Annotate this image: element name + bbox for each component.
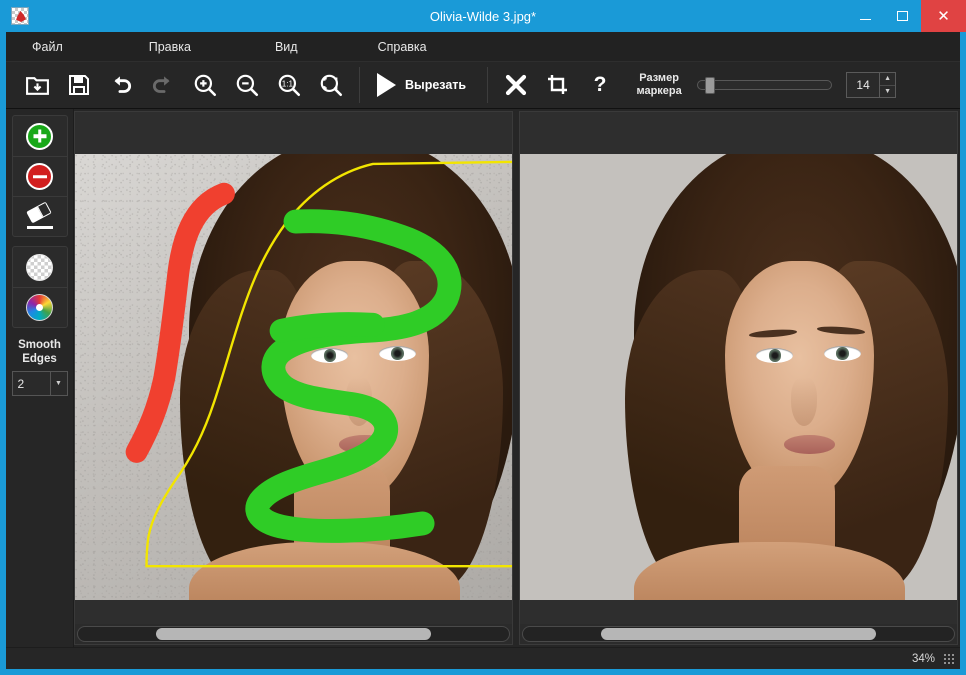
marker-size-stepper[interactable]: 14 ▲ ▼ <box>846 72 897 98</box>
zoom-out-button[interactable] <box>226 65 268 105</box>
crop-icon <box>548 75 568 94</box>
menu-item-view[interactable]: Вид <box>263 32 310 62</box>
marker-size-slider[interactable] <box>697 77 833 94</box>
source-photo <box>75 154 512 600</box>
zoom-actual-size-button[interactable]: 1:1 <box>268 65 310 105</box>
folder-open-icon <box>25 76 49 95</box>
save-disk-icon <box>69 75 89 95</box>
question-mark-icon: ? <box>594 73 607 96</box>
image-panes <box>74 109 960 647</box>
marker-size-slider-thumb[interactable] <box>705 77 716 94</box>
sidebar-item-color-background[interactable] <box>12 287 67 327</box>
zoom-in-icon <box>194 74 217 97</box>
sidebar-item-eraser[interactable] <box>12 196 67 236</box>
stepper-down-icon[interactable]: ▼ <box>880 86 895 98</box>
background-tool-group <box>11 246 68 328</box>
menu-item-help[interactable]: Справка <box>366 32 439 62</box>
svg-text:?: ? <box>594 73 607 96</box>
zoom-in-button[interactable] <box>184 65 226 105</box>
zoom-1-1-icon: 1:1 <box>278 74 301 97</box>
result-scroll-thumb[interactable] <box>600 628 877 640</box>
result-image-canvas[interactable] <box>520 112 957 624</box>
marker-size-value[interactable]: 14 <box>847 73 879 97</box>
green-plus-icon <box>26 122 53 150</box>
window-title: Olivia-Wilde 3.jpg* <box>429 8 537 24</box>
redo-button[interactable] <box>142 65 184 105</box>
maximize-icon <box>897 11 908 21</box>
app-window: Olivia-Wilde 3.jpg* ✕ Файл Правка Вид Сп… <box>0 0 966 675</box>
sidebar-item-remove-marker[interactable] <box>12 156 67 196</box>
open-file-button[interactable] <box>16 65 58 105</box>
help-button[interactable]: ? <box>579 65 621 105</box>
clear-marks-button[interactable] <box>495 65 537 105</box>
x-cross-icon <box>506 74 527 96</box>
checkerboard-circle-icon <box>26 253 53 281</box>
tool-sidebar: Smooth Edges 2 ▼ <box>6 109 74 647</box>
zoom-fit-icon <box>320 74 343 97</box>
main-area: Smooth Edges 2 ▼ <box>6 109 960 647</box>
eraser-icon <box>25 201 54 230</box>
transparency-checkerboard <box>520 154 957 600</box>
play-triangle-icon <box>377 73 396 97</box>
source-pane <box>74 111 513 645</box>
redo-arrow-icon <box>153 76 170 93</box>
status-bar: 34% <box>6 647 960 669</box>
minimize-button[interactable] <box>847 0 884 32</box>
color-wheel-icon <box>26 294 53 321</box>
marker-size-label: Размер маркера <box>636 72 682 97</box>
chevron-down-icon[interactable]: ▼ <box>49 372 67 395</box>
smooth-edges-value[interactable]: 2 <box>13 372 50 395</box>
result-pane <box>519 111 958 645</box>
source-scroll-thumb[interactable] <box>155 628 432 640</box>
source-horizontal-scrollbar[interactable] <box>77 626 510 642</box>
maximize-button[interactable] <box>884 0 921 32</box>
zoom-fit-button[interactable] <box>310 65 352 105</box>
zoom-out-icon <box>236 74 259 97</box>
smooth-edges-dropdown[interactable]: 2 ▼ <box>11 371 68 396</box>
toolbar-separator <box>359 67 360 103</box>
undo-arrow-icon <box>114 76 131 93</box>
marker-overlay <box>125 160 512 568</box>
undo-button[interactable] <box>100 65 142 105</box>
cut-out-button[interactable]: Вырезать <box>367 65 480 105</box>
crop-button[interactable] <box>537 65 579 105</box>
sidebar-item-transparent-background[interactable] <box>13 247 67 287</box>
toolbar: 1:1 Вырезать ? Размер маркера 14 ▲ ▼ <box>6 62 960 109</box>
menu-item-file[interactable]: Файл <box>20 32 75 62</box>
resize-grip-icon[interactable] <box>943 653 954 664</box>
keep-marker-stroke-1 <box>245 209 462 543</box>
sidebar-item-keep-marker[interactable] <box>13 116 67 156</box>
stepper-up-icon[interactable]: ▲ <box>880 73 896 86</box>
cutout-photo <box>520 154 957 600</box>
marker-tool-group <box>11 115 68 237</box>
result-horizontal-scrollbar[interactable] <box>522 626 955 642</box>
source-image-canvas[interactable] <box>75 112 512 624</box>
svg-text:1:1: 1:1 <box>282 80 294 89</box>
cut-out-label: Вырезать <box>405 78 467 92</box>
red-minus-icon <box>26 163 53 190</box>
menu-item-edit[interactable]: Правка <box>137 32 203 62</box>
toolbar-separator <box>487 67 489 103</box>
window-controls: ✕ <box>847 0 966 32</box>
smooth-edges-label: Smooth Edges <box>18 339 61 365</box>
marker-size-arrows: ▲ ▼ <box>879 73 896 98</box>
close-button[interactable]: ✕ <box>921 0 966 32</box>
app-logo-icon <box>11 7 29 25</box>
save-file-button[interactable] <box>58 65 100 105</box>
title-bar: Olivia-Wilde 3.jpg* ✕ <box>0 0 966 32</box>
keep-marker-stroke-2 <box>269 312 385 343</box>
minimize-icon <box>860 19 871 20</box>
menu-bar: Файл Правка Вид Справка <box>6 32 960 62</box>
zoom-level-text: 34% <box>911 652 935 665</box>
